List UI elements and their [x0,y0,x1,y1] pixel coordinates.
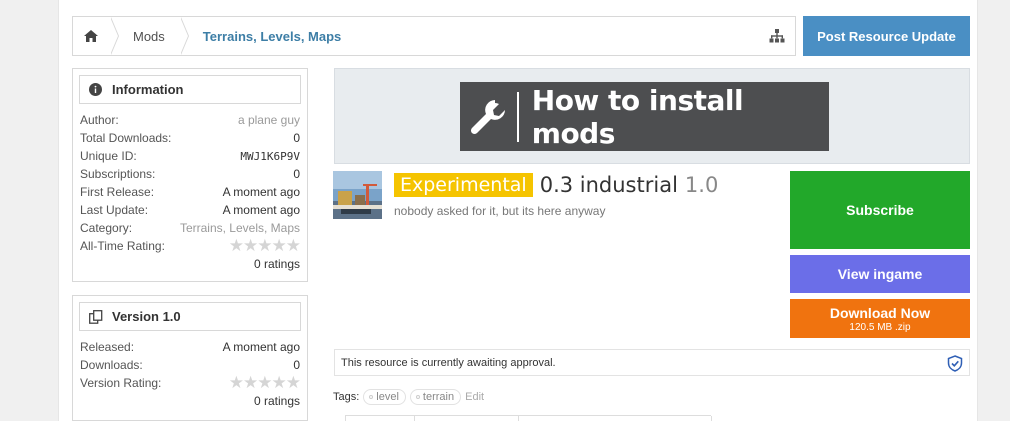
category-link[interactable]: Terrains, Levels, Maps [180,221,300,235]
install-guide-banner[interactable]: How to install mods [334,68,970,164]
tag-level[interactable]: level [363,389,406,405]
breadcrumb-mods[interactable]: Mods [111,17,189,55]
version-row-downloads: Downloads: 0 [80,358,300,372]
download-size: 120.5 MB .zip [849,321,911,333]
wrench-icon [460,91,519,142]
prefix-badge: Experimental [394,173,533,197]
subscribe-button[interactable]: Subscribe [790,171,970,249]
version-rating-stars: ★★★★★ [228,373,301,392]
resource-thumbnail [333,171,382,219]
tags-row: Tags: level terrain Edit [333,389,485,405]
info-row-subscriptions: Subscriptions: 0 [80,167,300,181]
resource-tagline: nobody asked for it, but its here anyway [394,204,606,218]
version-panel: Version 1.0 Released: A moment ago Downlo… [72,295,308,421]
sitemap-icon[interactable] [769,29,785,43]
page: Mods Terrains, Levels, Maps Post Resourc… [58,0,978,421]
versions-icon [89,309,103,324]
info-icon [89,82,103,97]
banner-text: How to install mods [531,83,744,150]
rating-stars: ★★★★★ [228,236,301,255]
tag-terrain[interactable]: terrain [409,389,462,405]
breadcrumb-home[interactable] [73,17,119,55]
breadcrumb-category[interactable]: Terrains, Levels, Maps [181,17,356,55]
information-panel: Information Author: a plane guy Total Dow… [72,68,308,282]
version-row-released: Released: A moment ago [80,340,300,354]
download-now-button[interactable]: Download Now 120.5 MB .zip [790,299,970,338]
info-row-category: Category: Terrains, Levels, Maps [80,221,300,235]
home-icon [84,30,98,42]
post-resource-update-button[interactable]: Post Resource Update [803,16,970,56]
info-row-last-update: Last Update: A moment ago [80,203,300,217]
info-row-rating: All-Time Rating: ★★★★★ [80,236,301,255]
resource-name: 0.3 industrial [539,173,678,197]
version-rating-count: 0 ratings [253,394,300,408]
version-row-rating: Version Rating: ★★★★★ [80,373,301,392]
install-guide-image[interactable]: How to install mods [460,82,829,151]
shield-check-icon [947,355,963,372]
info-row-first-release: First Release: A moment ago [80,185,300,199]
view-ingame-button[interactable]: View ingame [790,255,970,293]
info-row-unique-id: Unique ID: MWJ1K6P9V [80,149,300,163]
resource-title: Experimental 0.3 industrial 1.0 [394,173,718,197]
breadcrumb: Mods Terrains, Levels, Maps [72,16,796,56]
description-table [345,415,712,421]
resource-version: 1.0 [684,173,719,197]
author-link[interactable]: a plane guy [238,113,300,127]
approval-notice: This resource is currently awaiting appr… [334,349,970,376]
version-title: Version 1.0 [79,302,301,331]
edit-tags-link[interactable]: Edit [465,391,484,403]
rating-count: 0 ratings [253,257,300,271]
info-row-downloads: Total Downloads: 0 [80,131,300,145]
information-title: Information [79,75,301,104]
info-row-author: Author: a plane guy [80,113,300,127]
